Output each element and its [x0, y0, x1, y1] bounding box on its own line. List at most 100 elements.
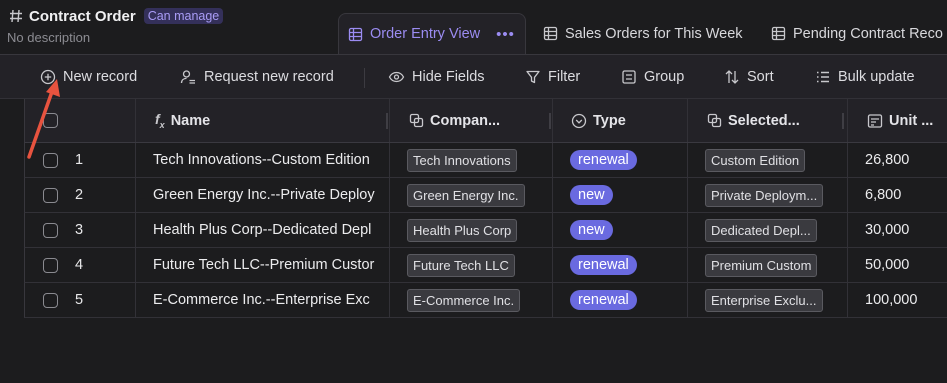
bulk-update-button[interactable]: Bulk update	[815, 55, 915, 99]
type-cell[interactable]: renewal	[570, 248, 687, 282]
selected-cell[interactable]: Dedicated Depl...	[705, 213, 847, 247]
row-checkbox[interactable]	[43, 152, 58, 168]
row-checkbox[interactable]	[43, 257, 58, 273]
grid-view-icon	[771, 26, 786, 41]
row-checkbox[interactable]	[43, 187, 58, 203]
name-cell[interactable]: Green Energy Inc.--Private Deploy	[153, 178, 389, 212]
plus-circle-icon	[40, 69, 56, 85]
select-all-checkbox[interactable]	[43, 113, 58, 128]
column-header-type[interactable]: Type	[571, 99, 691, 142]
name-cell[interactable]: Tech Innovations--Custom Edition	[153, 143, 389, 177]
select-all-checkbox-cell[interactable]	[43, 99, 67, 142]
company-tag[interactable]: Future Tech LLC	[407, 253, 515, 277]
unit-price-cell[interactable]: 50,000	[865, 248, 947, 282]
table-row[interactable]: 3 Health Plus Corp--Dedicated Depl Health …	[24, 213, 947, 248]
selected-cell[interactable]: Premium Custom	[705, 248, 847, 282]
row-checkbox-cell[interactable]	[43, 213, 67, 247]
unit-price-cell[interactable]: 100,000	[865, 283, 947, 317]
selected-tag[interactable]: Custom Edition	[705, 148, 806, 172]
company-tag[interactable]: Tech Innovations	[407, 148, 517, 172]
type-pill[interactable]: renewal	[570, 150, 637, 170]
tab-label: Order Entry View	[370, 26, 481, 42]
selected-tag[interactable]: Private Deploym...	[705, 183, 824, 207]
selected-tag[interactable]: Premium Custom	[705, 253, 818, 277]
column-header-label: Type	[593, 112, 626, 129]
company-cell[interactable]: E-Commerce Inc.	[407, 283, 552, 317]
company-tag[interactable]: Health Plus Corp	[407, 218, 518, 242]
unit-price-cell[interactable]: 30,000	[865, 213, 947, 247]
link-record-icon	[707, 113, 722, 128]
new-record-button[interactable]: New record	[40, 55, 137, 99]
tab-sales-orders-this-week[interactable]: Sales Orders for This Week	[543, 13, 743, 54]
column-divider	[687, 143, 688, 177]
row-checkbox-cell[interactable]	[43, 283, 67, 317]
table-description[interactable]: No description	[7, 30, 90, 45]
row-checkbox-cell[interactable]	[43, 143, 67, 177]
column-divider	[389, 143, 390, 177]
column-header-company[interactable]: Compan...	[409, 99, 549, 142]
type-pill[interactable]: new	[570, 220, 613, 240]
type-pill[interactable]: new	[570, 185, 613, 205]
eye-icon	[388, 69, 405, 85]
row-checkbox[interactable]	[43, 292, 58, 308]
selected-tag[interactable]: Dedicated Depl...	[705, 218, 817, 242]
column-divider	[135, 178, 136, 212]
type-cell[interactable]: new	[570, 213, 687, 247]
type-cell[interactable]: renewal	[570, 283, 687, 317]
tab-label: Sales Orders for This Week	[565, 25, 743, 42]
name-cell[interactable]: E-Commerce Inc.--Enterprise Exc	[153, 283, 389, 317]
selected-cell[interactable]: Private Deploym...	[705, 178, 847, 212]
unit-price-cell[interactable]: 6,800	[865, 178, 947, 212]
column-header-unit-price[interactable]: Unit ...	[867, 99, 947, 142]
company-tag[interactable]: E-Commerce Inc.	[407, 288, 521, 312]
column-divider	[847, 283, 848, 317]
column-resize-handle[interactable]	[549, 113, 551, 129]
column-divider	[135, 283, 136, 317]
column-header-label: Name	[170, 112, 211, 129]
column-divider	[687, 248, 688, 282]
company-cell[interactable]: Tech Innovations	[407, 143, 552, 177]
row-checkbox[interactable]	[43, 222, 58, 238]
unit-price-cell[interactable]: 26,800	[865, 143, 947, 177]
column-header-selected[interactable]: Selected...	[707, 99, 837, 142]
type-pill[interactable]: renewal	[570, 290, 637, 310]
company-cell[interactable]: Green Energy Inc.	[407, 178, 552, 212]
type-cell[interactable]: renewal	[570, 143, 687, 177]
name-cell[interactable]: Future Tech LLC--Premium Custor	[153, 248, 389, 282]
tab-label: Pending Contract Reco	[793, 25, 943, 42]
name-cell[interactable]: Health Plus Corp--Dedicated Depl	[153, 213, 389, 247]
selected-tag[interactable]: Enterprise Exclu...	[705, 288, 823, 312]
company-cell[interactable]: Future Tech LLC	[407, 248, 552, 282]
permission-badge[interactable]: Can manage	[143, 8, 224, 24]
type-cell[interactable]: new	[570, 178, 687, 212]
request-new-record-button[interactable]: Request new record	[180, 55, 334, 99]
table-row[interactable]: 1 Tech Innovations--Custom Edition Tech In…	[24, 143, 947, 178]
row-gutter	[0, 99, 24, 383]
formula-icon: fx	[155, 111, 165, 130]
selected-cell[interactable]: Enterprise Exclu...	[705, 283, 847, 317]
hide-fields-button[interactable]: Hide Fields	[388, 55, 485, 99]
column-header-name[interactable]: fx Name	[155, 99, 385, 142]
row-checkbox-cell[interactable]	[43, 178, 67, 212]
button-label: Hide Fields	[412, 69, 485, 85]
column-divider	[687, 213, 688, 247]
more-options-icon[interactable]: •••	[496, 26, 515, 43]
column-divider	[552, 248, 553, 282]
table-row[interactable]: 5 E-Commerce Inc.--Enterprise Exc E-Commer…	[24, 283, 947, 318]
column-resize-handle[interactable]	[386, 113, 388, 129]
tab-order-entry-view[interactable]: Order Entry View •••	[338, 13, 526, 54]
group-button[interactable]: Group	[621, 55, 684, 99]
company-cell[interactable]: Health Plus Corp	[407, 213, 552, 247]
type-pill[interactable]: renewal	[570, 255, 637, 275]
row-number: 2	[75, 187, 84, 203]
company-tag[interactable]: Green Energy Inc.	[407, 183, 525, 207]
toolbar: New record Request new record Hide Field…	[0, 54, 947, 99]
selected-cell[interactable]: Custom Edition	[705, 143, 847, 177]
table-row[interactable]: 4 Future Tech LLC--Premium Custor Future T…	[24, 248, 947, 283]
tab-pending-contract[interactable]: Pending Contract Reco	[771, 13, 943, 54]
table-row[interactable]: 2 Green Energy Inc.--Private Deploy Green …	[24, 178, 947, 213]
column-resize-handle[interactable]	[842, 113, 844, 129]
row-checkbox-cell[interactable]	[43, 248, 67, 282]
sort-button[interactable]: Sort	[724, 55, 774, 99]
filter-button[interactable]: Filter	[525, 55, 580, 99]
